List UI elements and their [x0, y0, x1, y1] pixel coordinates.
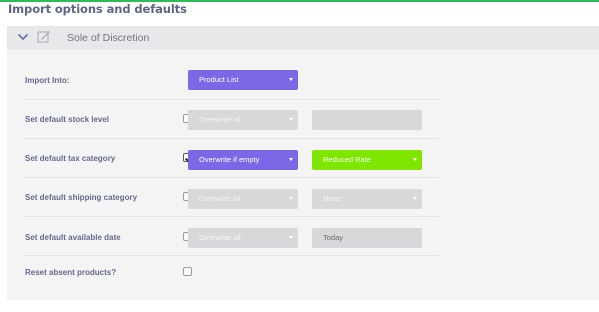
- import-into-select[interactable]: Product List: [188, 70, 298, 90]
- row-label: Set default stock level: [25, 115, 110, 124]
- stock-level-row: Set default stock level Overwrite all: [23, 100, 439, 139]
- select-value: None: [323, 194, 341, 203]
- select-value: Overwrite all: [199, 233, 241, 242]
- available-date-row: Set default available date Overwrite all…: [23, 217, 439, 256]
- import-into-row: Import Into: Product List: [23, 61, 439, 100]
- shipping-category-select[interactable]: None: [312, 189, 422, 209]
- select-value: Overwrite all: [199, 194, 241, 203]
- caret-down-icon: [413, 158, 417, 161]
- select-value: Reduced Rate: [323, 155, 371, 164]
- available-date-input[interactable]: Today: [312, 228, 422, 248]
- shipping-category-mode-select[interactable]: Overwrite all: [188, 189, 298, 209]
- chevron-down-icon[interactable]: [17, 31, 29, 43]
- caret-down-icon: [289, 118, 293, 121]
- caret-down-icon: [289, 78, 293, 81]
- select-value: Product List: [199, 75, 239, 84]
- row-label: Set default shipping category: [25, 193, 138, 202]
- edit-icon[interactable]: [37, 30, 51, 44]
- field-value: Today: [323, 233, 344, 242]
- stock-level-mode-select[interactable]: Overwrite all: [188, 110, 298, 130]
- shipping-category-row: Set default shipping category Overwrite …: [23, 178, 439, 217]
- import-options-panel: Sole of Discretion Import Into: Product …: [7, 26, 599, 300]
- tax-category-mode-select[interactable]: Overwrite if empty: [188, 150, 298, 170]
- caret-down-icon: [289, 236, 293, 239]
- tax-category-row: Set default tax category Overwrite if em…: [23, 139, 439, 178]
- caret-down-icon: [413, 197, 417, 200]
- reset-absent-checkbox[interactable]: [183, 267, 192, 276]
- select-value: Overwrite all: [199, 115, 241, 124]
- row-label: Reset absent products?: [25, 268, 117, 277]
- select-value: Overwrite if empty: [199, 155, 260, 164]
- row-label: Import Into:: [25, 76, 70, 85]
- caret-down-icon: [289, 158, 293, 161]
- row-label: Set default available date: [25, 233, 121, 242]
- panel-title: Sole of Discretion: [67, 32, 150, 44]
- panel-header[interactable]: Sole of Discretion: [7, 26, 599, 50]
- page-title: Import options and defaults: [8, 2, 187, 16]
- tax-category-select[interactable]: Reduced Rate: [312, 150, 422, 170]
- reset-absent-row: Reset absent products?: [23, 256, 439, 295]
- row-label: Set default tax category: [25, 154, 116, 163]
- caret-down-icon: [289, 197, 293, 200]
- available-date-mode-select[interactable]: Overwrite all: [188, 228, 298, 248]
- stock-level-input[interactable]: [312, 110, 422, 130]
